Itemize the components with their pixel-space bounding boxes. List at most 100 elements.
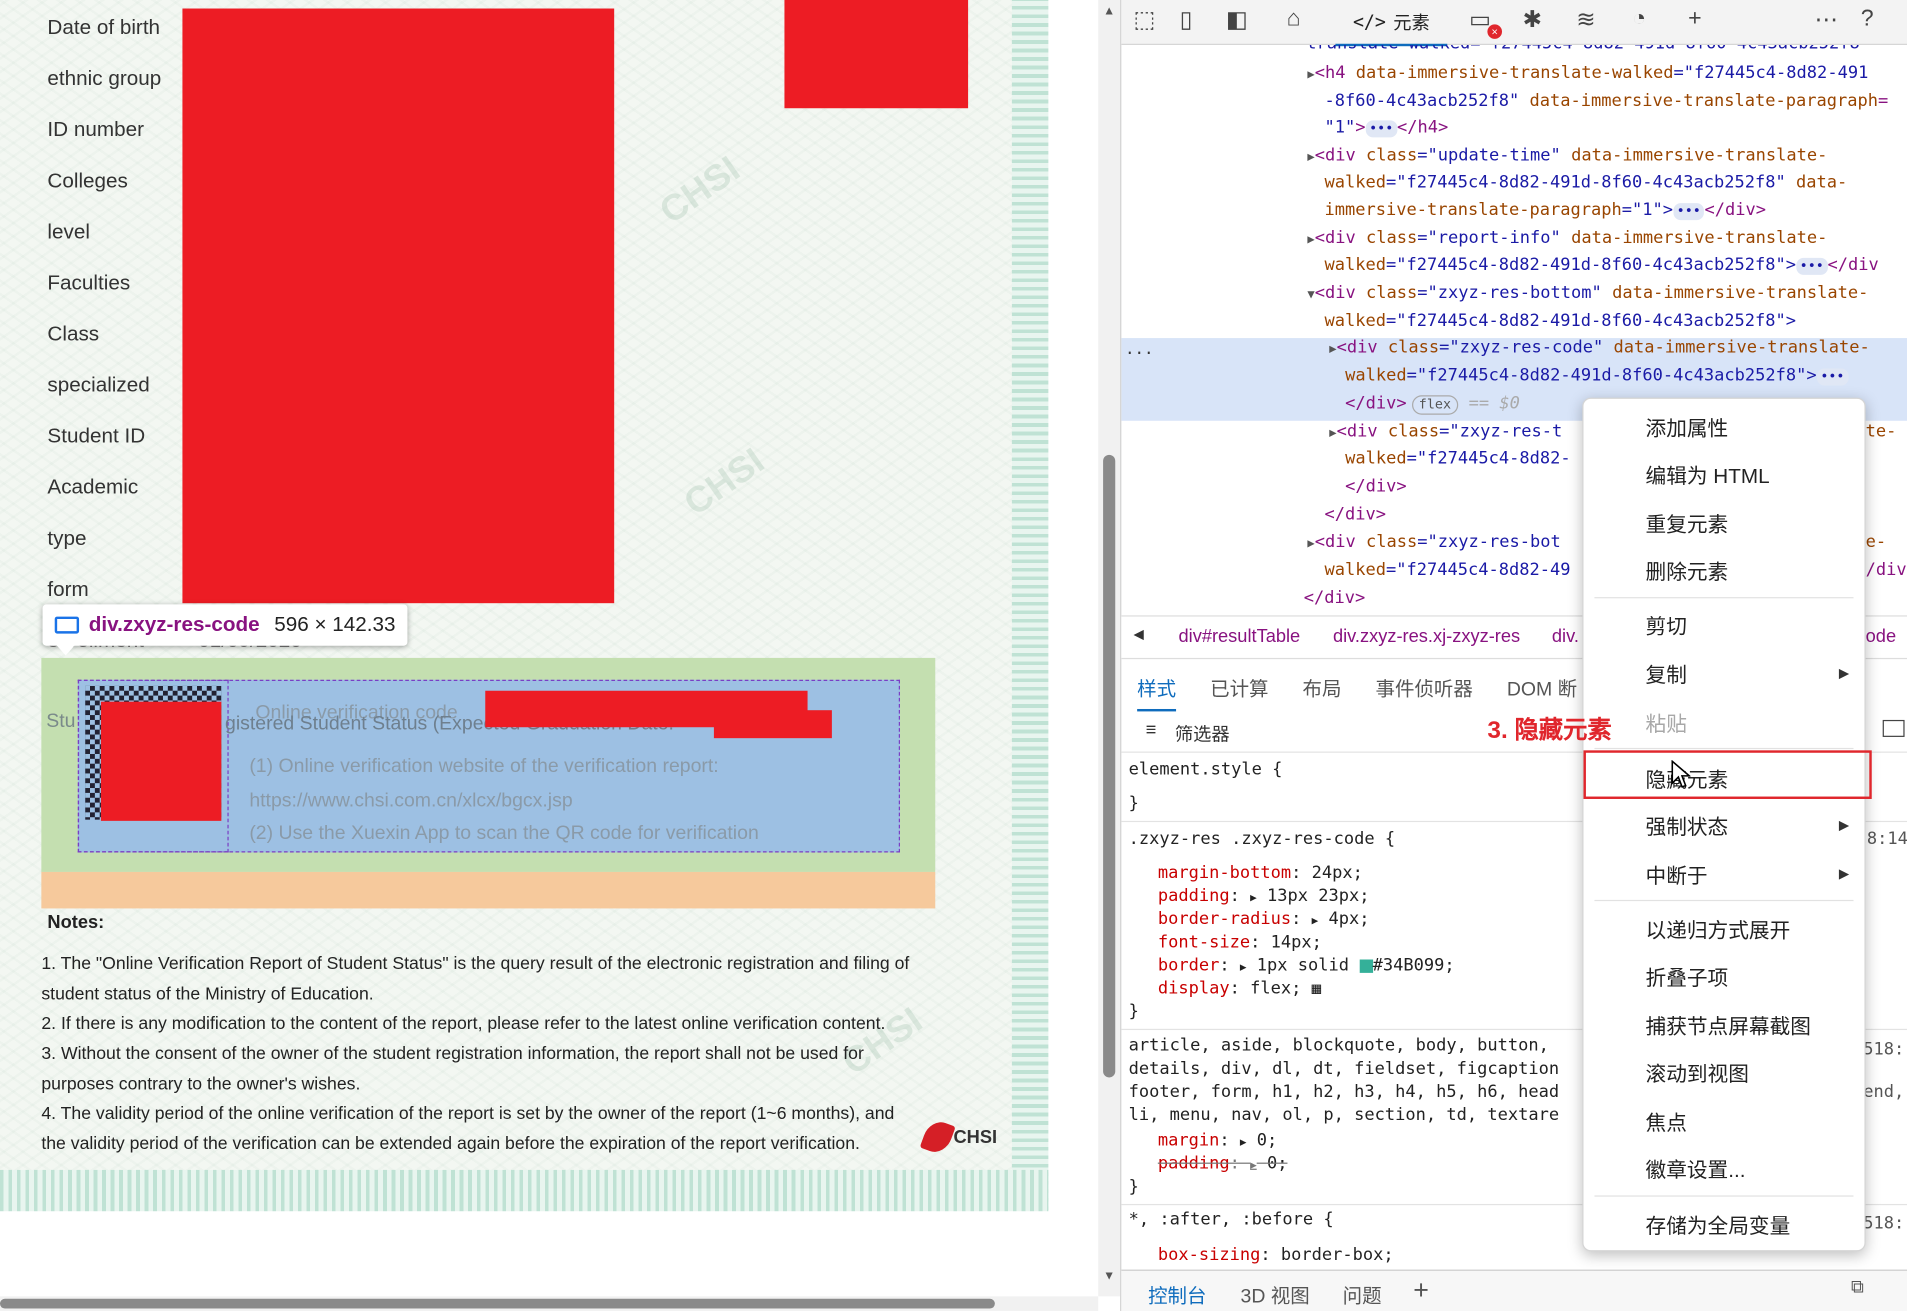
css-prop[interactable]: display: flex; ▦ bbox=[1158, 978, 1321, 1001]
dom-line-res-t[interactable]: ▶<div class="zxyz-res-t bbox=[1329, 418, 1562, 448]
rule-end: } bbox=[1128, 1002, 1139, 1022]
breadcrumb-item[interactable]: ode bbox=[1866, 626, 1896, 647]
breadcrumb-item[interactable]: div. bbox=[1552, 626, 1579, 647]
attr-name: class bbox=[1387, 338, 1440, 358]
rule-source[interactable]: 518: bbox=[1863, 1212, 1904, 1235]
tab-event-listeners[interactable]: 事件侦听器 bbox=[1376, 673, 1473, 702]
dom-line-update-time[interactable]: ▶<div class="update-time" data-immersive… bbox=[1307, 142, 1827, 172]
dom-line-h4[interactable]: ▶<h4 data-immersive-translate-walked="f2… bbox=[1307, 60, 1868, 90]
collapsed-dots-icon[interactable]: ••• bbox=[1816, 368, 1849, 386]
attr-value: -8f60-4c43acb252f8" bbox=[1324, 91, 1530, 111]
field-label: Date of birth bbox=[47, 15, 161, 39]
dom-line: walked="f27445c4-8d82-491d-8f60-4c43acb2… bbox=[1324, 169, 1847, 196]
prop-value: flex; bbox=[1250, 978, 1302, 999]
menu-break-on[interactable]: 中断于 bbox=[1646, 859, 1708, 889]
field-label: type bbox=[47, 526, 87, 550]
device-icon[interactable]: ▯ bbox=[1180, 6, 1193, 34]
flex-badge[interactable]: flex bbox=[1411, 395, 1459, 415]
add-icon[interactable]: + bbox=[1688, 6, 1702, 33]
menu-scroll-into-view[interactable]: 滚动到视图 bbox=[1646, 1057, 1749, 1087]
menu-focus[interactable]: 焦点 bbox=[1646, 1105, 1687, 1135]
css-prop[interactable]: box-sizing: border-box; bbox=[1158, 1244, 1394, 1264]
attr-value: ="f27445c4-8d82-491d-8f60-4c43acb252f8" bbox=[1385, 172, 1797, 193]
tab-elements[interactable]: </> 元素 bbox=[1335, 0, 1448, 47]
dom-line-res-bottom[interactable]: ▼<div class="zxyz-res-bottom" data-immer… bbox=[1307, 280, 1868, 310]
screen: CHSI CHSI CHSI CHSI Date of birth ethnic… bbox=[0, 0, 1907, 1311]
dock-icon[interactable]: ⧉ bbox=[1851, 1277, 1864, 1298]
attr-name: walked bbox=[1324, 560, 1386, 581]
menu-collapse-children[interactable]: 折叠子项 bbox=[1646, 961, 1729, 991]
attr-value: ="zxyz-res-bot bbox=[1417, 532, 1561, 553]
rule-source[interactable]: 8:14 bbox=[1867, 828, 1907, 851]
menu-store-as-global-variable[interactable]: 存储为全局变量 bbox=[1646, 1209, 1791, 1239]
flexbox-editor-icon[interactable]: ▦ bbox=[1312, 980, 1322, 998]
prop-value: 4px; bbox=[1328, 909, 1370, 930]
dom-line-report-info[interactable]: ▶<div class="report-info" data-immersive… bbox=[1307, 225, 1827, 255]
scroll-thumb[interactable] bbox=[1103, 454, 1116, 1078]
sidebar-icon[interactable]: ◧ bbox=[1226, 6, 1248, 34]
error-badge-icon: × bbox=[1487, 24, 1503, 39]
performance-icon[interactable]: ◔ bbox=[1632, 6, 1646, 33]
css-prop[interactable]: padding: ▶ 13px 23px; bbox=[1158, 885, 1370, 911]
notes-title: Notes: bbox=[47, 912, 105, 933]
tab-3d-view[interactable]: 3D 视图 bbox=[1241, 1279, 1310, 1308]
dom-line-res-bot[interactable]: ▶<div class="zxyz-res-bot bbox=[1307, 529, 1560, 559]
color-swatch-icon[interactable] bbox=[1359, 958, 1373, 973]
page-vertical-scrollbar[interactable]: ▲ ▼ bbox=[1098, 0, 1121, 1297]
collapsed-dots-icon[interactable]: ••• bbox=[1365, 120, 1397, 138]
collapsed-dots-icon[interactable]: ••• bbox=[1672, 203, 1705, 221]
tab-issues[interactable]: 问题 bbox=[1343, 1279, 1382, 1308]
prop-name: margin-bottom bbox=[1157, 863, 1292, 883]
menu-edit-as-html[interactable]: 编辑为 HTML bbox=[1646, 458, 1770, 488]
devtools-toolbar: ⬚ ▯ ◧ ⌂ </> 元素 ▭ × ✱ ≋ ◔ + ⋯ ? bbox=[1121, 0, 1907, 47]
tab-computed[interactable]: 已计算 bbox=[1210, 673, 1268, 702]
menu-capture-node-screenshot[interactable]: 捕获节点屏幕截图 bbox=[1646, 1009, 1811, 1039]
breadcrumb-item[interactable]: div.zxyz-res.xj-zxyz-res bbox=[1333, 626, 1520, 647]
tag: </div> bbox=[1704, 200, 1766, 221]
tab-styles[interactable]: 样式 bbox=[1137, 673, 1177, 712]
code-icon: </> bbox=[1352, 10, 1386, 33]
toggle-sidebar-icon[interactable] bbox=[1882, 719, 1905, 737]
attr-value: "1" bbox=[1324, 117, 1356, 138]
css-prop[interactable]: margin-bottom: 24px; bbox=[1158, 862, 1363, 885]
tab-console[interactable]: 控制台 bbox=[1148, 1279, 1206, 1308]
dom-line: immersive-translate-paragraph="1"> ••• </d… bbox=[1324, 197, 1766, 224]
scroll-up-icon[interactable]: ▲ bbox=[1103, 5, 1115, 18]
inspect-icon[interactable]: ⬚ bbox=[1133, 6, 1155, 34]
menu-add-attribute[interactable]: 添加属性 bbox=[1646, 411, 1729, 441]
add-tab-icon[interactable]: + bbox=[1413, 1274, 1429, 1306]
css-prop[interactable]: border: ▶ 1px solid #34B099; bbox=[1158, 955, 1455, 981]
attr-name: walked bbox=[1324, 255, 1386, 275]
page-horizontal-scrollbar[interactable] bbox=[0, 1296, 1099, 1311]
menu-expand-recursively[interactable]: 以递归方式展开 bbox=[1646, 913, 1791, 943]
rule-source[interactable]: 518: bbox=[1863, 1039, 1904, 1062]
menu-badge-settings[interactable]: 徽章设置... bbox=[1646, 1153, 1746, 1183]
attr-value: ="zxyz-res-code" bbox=[1439, 338, 1614, 358]
css-prop-overridden[interactable]: padding: ▶ 0; bbox=[1158, 1153, 1288, 1179]
dom-line-res-code[interactable]: ▶<div class="zxyz-res-code" data-immersi… bbox=[1329, 334, 1869, 364]
menu-cut[interactable]: 剪切 bbox=[1646, 609, 1687, 639]
scroll-thumb-horizontal[interactable] bbox=[0, 1298, 995, 1309]
css-prop[interactable]: margin: ▶ 0; bbox=[1158, 1130, 1277, 1156]
help-icon[interactable]: ? bbox=[1861, 6, 1874, 33]
css-prop[interactable]: border-radius: ▶ 4px; bbox=[1158, 908, 1370, 934]
filter-icon: ≡ bbox=[1145, 719, 1157, 741]
bug-icon[interactable]: ✱ bbox=[1523, 6, 1542, 34]
menu-copy[interactable]: 复制 bbox=[1646, 658, 1687, 688]
scroll-down-icon[interactable]: ▼ bbox=[1103, 1270, 1115, 1283]
breadcrumb-item[interactable]: div#resultTable bbox=[1178, 626, 1300, 647]
tag: <div bbox=[1314, 145, 1367, 166]
collapsed-dots-icon[interactable]: ••• bbox=[1796, 257, 1828, 275]
tag: <div bbox=[1336, 421, 1388, 442]
css-prop[interactable]: font-size: 14px; bbox=[1158, 932, 1322, 955]
tab-layout[interactable]: 布局 bbox=[1303, 673, 1342, 702]
more-icon[interactable]: ⋯ bbox=[1815, 6, 1838, 34]
menu-force-state[interactable]: 强制状态 bbox=[1646, 810, 1729, 840]
breadcrumb-left-icon[interactable]: ◀ bbox=[1133, 626, 1143, 643]
home-icon[interactable]: ⌂ bbox=[1287, 6, 1301, 33]
tab-dom-breakpoints[interactable]: DOM 断 bbox=[1507, 673, 1577, 702]
node-ellipsis[interactable]: ... bbox=[1125, 337, 1154, 364]
menu-duplicate-element[interactable]: 重复元素 bbox=[1646, 507, 1729, 537]
menu-delete-element[interactable]: 删除元素 bbox=[1646, 555, 1729, 585]
wifi-icon[interactable]: ≋ bbox=[1576, 6, 1595, 34]
